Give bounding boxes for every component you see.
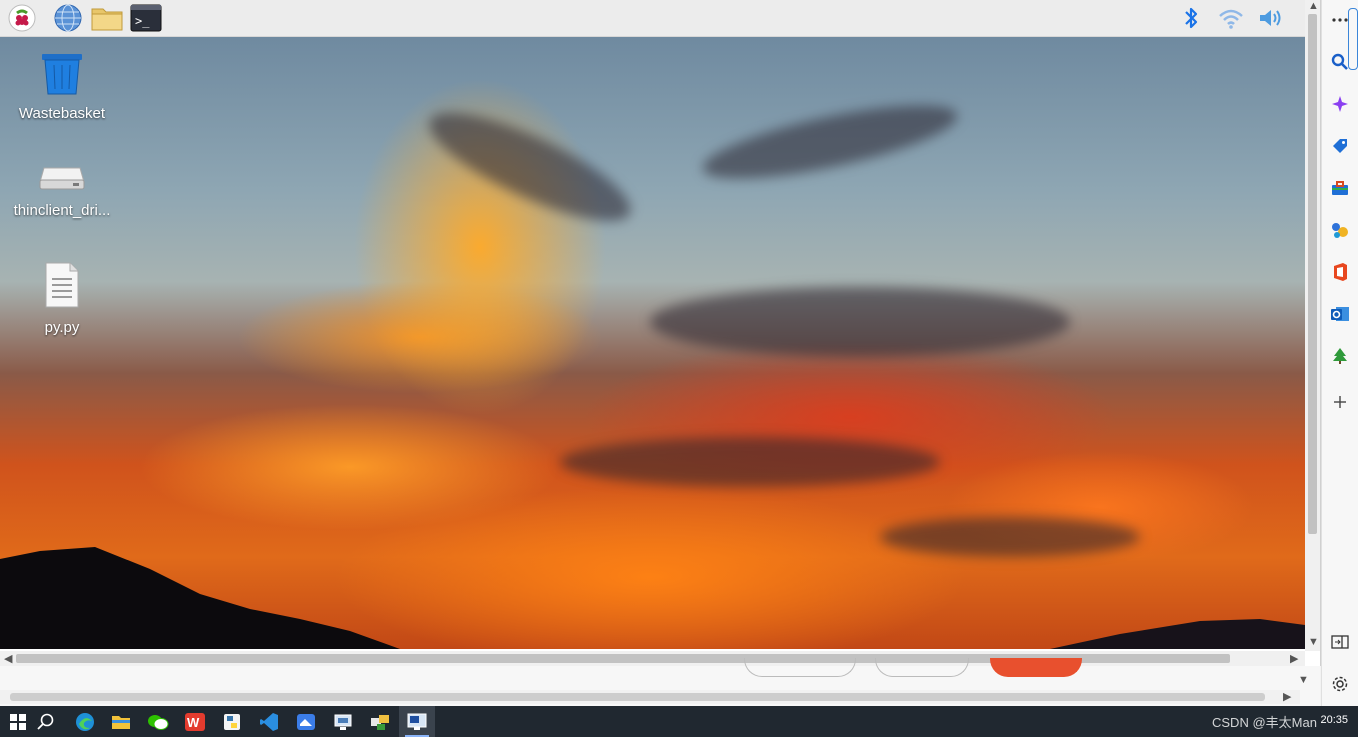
search-icon[interactable]: [28, 706, 64, 737]
scroll-left-icon[interactable]: ◀: [4, 652, 12, 665]
explorer-icon[interactable]: [103, 706, 139, 737]
terminal-icon[interactable]: >_: [130, 3, 162, 33]
network-tool-icon[interactable]: [325, 706, 361, 737]
desktop-icon-label: thinclient_dri...: [13, 202, 111, 219]
scroll-up-icon[interactable]: ▲: [1308, 0, 1319, 12]
py-file-desktop-icon[interactable]: py.py: [7, 261, 117, 336]
web-browser-icon[interactable]: [52, 3, 84, 33]
desktop-icon-label: py.py: [44, 319, 80, 336]
page-primary-button[interactable]: [990, 658, 1082, 677]
svg-text:>_: >_: [135, 14, 150, 28]
desktop-icon-label: Wastebasket: [18, 105, 106, 122]
svg-text:W: W: [187, 715, 200, 730]
games-icon[interactable]: [1326, 216, 1354, 244]
vscode-icon[interactable]: [251, 706, 287, 737]
trash-icon: [7, 51, 117, 99]
scroll-thumb[interactable]: [10, 693, 1265, 701]
text-file-icon: [7, 261, 117, 313]
wallpaper-cloud: [417, 93, 643, 241]
wastebasket-desktop-icon[interactable]: Wastebasket: [7, 51, 117, 122]
page-button[interactable]: [744, 658, 856, 677]
drive-icon: [7, 162, 117, 196]
mountain-silhouette: [0, 547, 1305, 649]
clock[interactable]: 20:35: [1320, 714, 1348, 726]
wallpaper-cloud: [650, 287, 1070, 357]
raspberry-menu-icon[interactable]: [6, 3, 38, 33]
bluetooth-icon[interactable]: [1177, 4, 1205, 32]
search-icon[interactable]: [1326, 48, 1354, 76]
thinclient-drive-desktop-icon[interactable]: thinclient_dri...: [7, 162, 117, 219]
remote-desktop-icon[interactable]: [399, 706, 435, 737]
add-icon[interactable]: [1326, 388, 1354, 416]
remote-tool-icon[interactable]: [362, 706, 398, 737]
feishu-icon[interactable]: [288, 706, 324, 737]
scroll-down-icon[interactable]: ▼: [1298, 674, 1309, 686]
windows-taskbar: W 20:35: [0, 706, 1358, 737]
scroll-thumb[interactable]: [1308, 14, 1317, 534]
wallpaper-cloud: [560, 437, 940, 487]
python-icon[interactable]: [214, 706, 250, 737]
vertical-scrollbar[interactable]: ▲ ▼: [1305, 0, 1320, 651]
remote-desktop-viewport[interactable]: >_ Wastebasket thinclient_dri... py.py ▲…: [0, 0, 1321, 666]
office-icon[interactable]: [1326, 258, 1354, 286]
wps-icon[interactable]: W: [177, 706, 213, 737]
tools-icon[interactable]: [1326, 174, 1354, 202]
file-manager-icon[interactable]: [91, 3, 123, 33]
scroll-right-icon[interactable]: ▶: [1290, 652, 1298, 665]
scroll-down-icon[interactable]: ▼: [1308, 636, 1319, 648]
page-button[interactable]: [875, 658, 969, 677]
horizontal-scrollbar[interactable]: ◀ ▶: [0, 651, 1305, 666]
split-screen-icon[interactable]: [1326, 628, 1354, 656]
copilot-icon[interactable]: [1326, 90, 1354, 118]
desktop-wallpaper[interactable]: Wastebasket thinclient_dri... py.py: [0, 37, 1305, 649]
edge-sidebar: [1321, 0, 1358, 706]
settings-icon[interactable]: [1326, 670, 1354, 698]
shopping-tag-icon[interactable]: [1326, 132, 1354, 160]
tree-icon[interactable]: [1326, 342, 1354, 370]
volume-icon[interactable]: [1257, 4, 1285, 32]
wallpaper-cloud: [697, 90, 963, 194]
raspberry-pi-taskbar: >_: [0, 0, 1305, 37]
outlook-icon[interactable]: [1326, 300, 1354, 328]
wechat-icon[interactable]: [140, 706, 176, 737]
browser-horizontal-scrollbar[interactable]: ▶: [0, 690, 1300, 704]
scroll-right-icon[interactable]: ▶: [1283, 690, 1291, 703]
edge-icon[interactable]: [67, 706, 103, 737]
watermark-text: CSDN @丰太Man: [1212, 715, 1317, 730]
wifi-icon[interactable]: [1217, 4, 1245, 32]
